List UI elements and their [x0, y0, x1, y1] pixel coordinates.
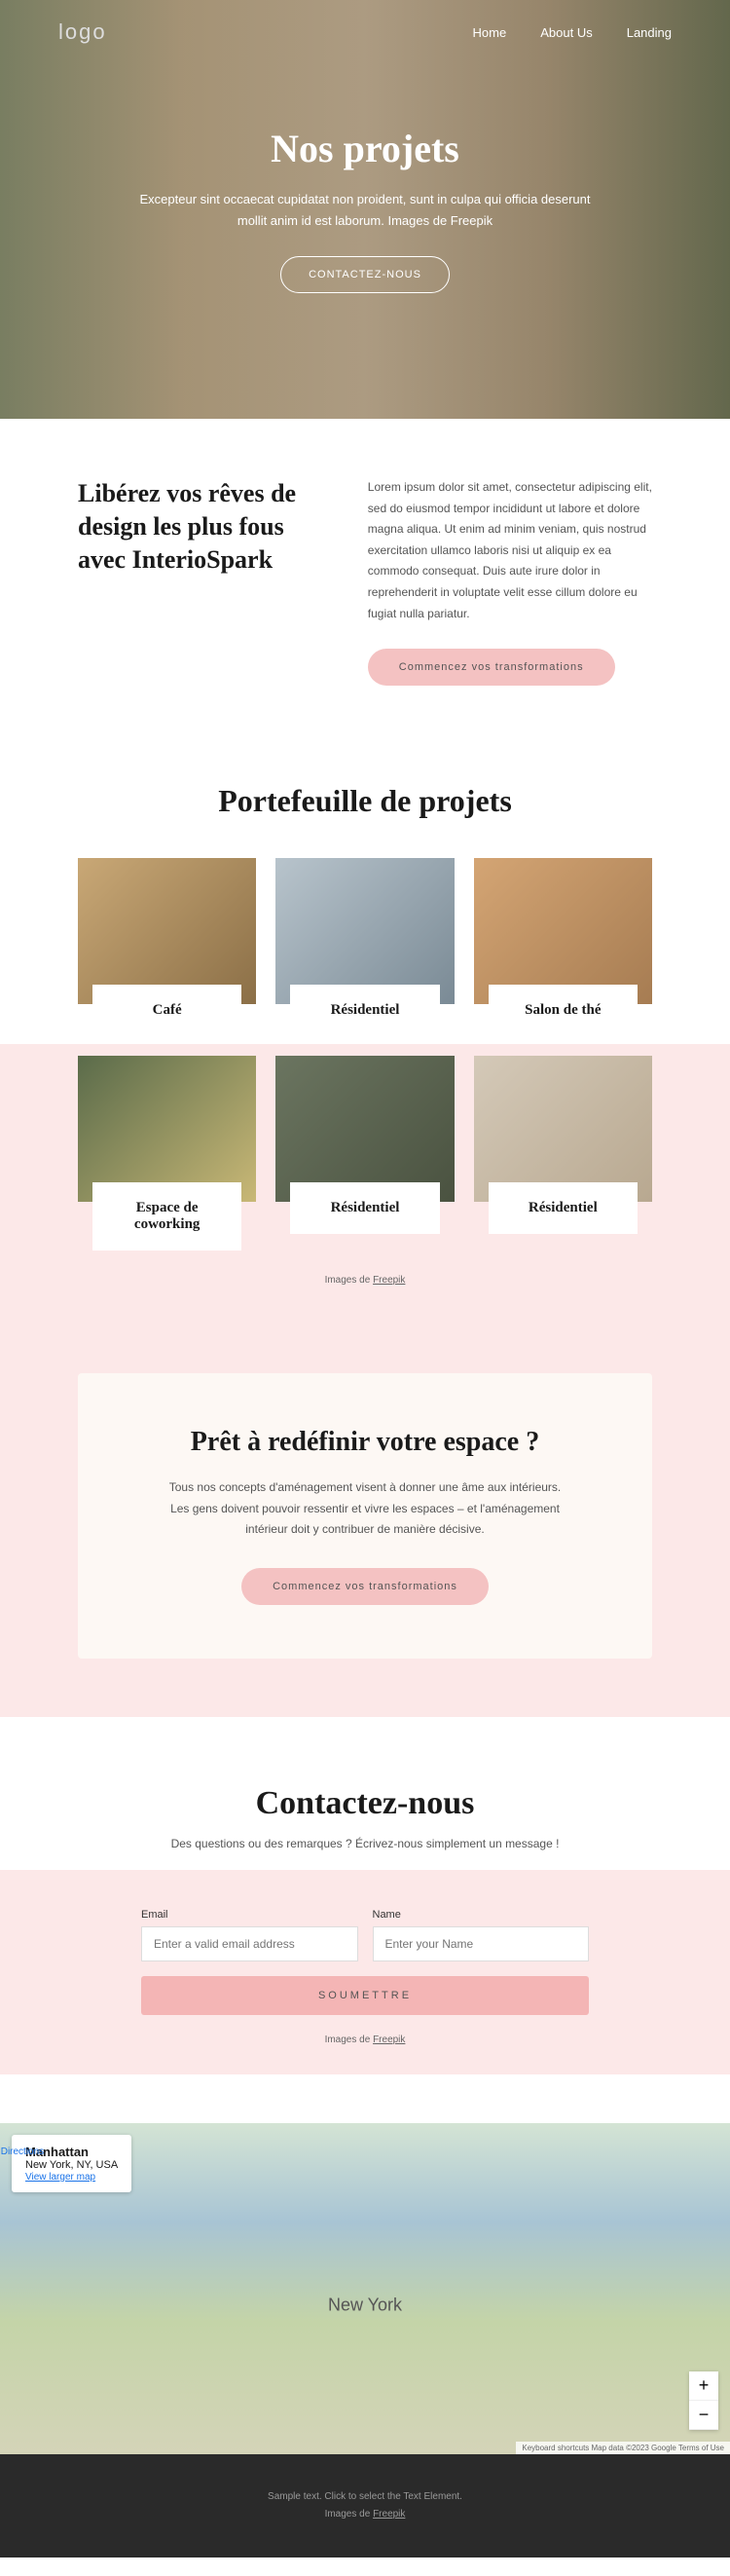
card-image	[275, 858, 454, 1004]
nav-landing[interactable]: Landing	[627, 25, 672, 40]
zoom-in-button[interactable]: +	[689, 2371, 718, 2401]
map-city-label: New York	[328, 2295, 402, 2315]
footer-text-1: Sample text. Click to select the Text El…	[34, 2488, 696, 2506]
card-image	[474, 858, 652, 1004]
hero-cta-button[interactable]: CONTACTEZ-NOUS	[280, 256, 450, 293]
cta-text: Tous nos concepts d'aménagement visent à…	[165, 1477, 565, 1541]
hero-title: Nos projets	[131, 126, 599, 171]
view-larger-map-link[interactable]: View larger map	[25, 2172, 95, 2183]
footer-credit-link[interactable]: Freepik	[373, 2509, 405, 2520]
intro-title: Libérez vos rêves de design les plus fou…	[78, 477, 319, 576]
nav-links: Home About Us Landing	[473, 25, 672, 40]
contact-credit: Images de Freepik	[141, 2035, 589, 2045]
map-attribution: Keyboard shortcuts Map data ©2023 Google…	[516, 2442, 730, 2454]
contact-form: Email Name SOUMETTRE Images de Freepik	[122, 1909, 608, 2045]
portfolio-card[interactable]: Salon de thé	[474, 858, 652, 1036]
map-address: New York, NY, USA	[25, 2159, 118, 2171]
map-section[interactable]: Manhattan New York, NY, USA View larger …	[0, 2123, 730, 2454]
intro-cta-button[interactable]: Commencez vos transformations	[368, 649, 615, 686]
nav-about[interactable]: About Us	[540, 25, 592, 40]
top-nav: logo Home About Us Landing	[0, 0, 730, 64]
card-image	[474, 1056, 652, 1202]
directions-link[interactable]: Directions	[1, 2147, 44, 2157]
contact-title: Contactez-nous	[0, 1785, 730, 1822]
portfolio-card[interactable]: Résidentiel	[275, 858, 454, 1036]
zoom-out-button[interactable]: −	[689, 2401, 718, 2430]
submit-button[interactable]: SOUMETTRE	[141, 1976, 589, 2015]
card-label: Espace de coworking	[92, 1182, 241, 1251]
credit-link[interactable]: Freepik	[373, 2035, 405, 2045]
card-label: Résidentiel	[290, 1182, 439, 1234]
map-zoom-controls: + −	[689, 2371, 718, 2430]
name-input[interactable]	[373, 1926, 590, 1961]
nav-home[interactable]: Home	[473, 25, 507, 40]
credit-link[interactable]: Freepik	[373, 1275, 405, 1286]
map-info-card: Manhattan New York, NY, USA View larger …	[12, 2135, 131, 2192]
hero-text: Excepteur sint occaecat cupidatat non pr…	[131, 189, 599, 232]
intro-section: Libérez vos rêves de design les plus fou…	[0, 419, 730, 744]
card-label: Salon de thé	[489, 985, 638, 1036]
contact-subtitle: Des questions ou des remarques ? Écrivez…	[0, 1837, 730, 1850]
portfolio-card[interactable]: Résidentiel	[474, 1056, 652, 1251]
card-label: Résidentiel	[489, 1182, 638, 1234]
cta-title: Prêt à redéfinir votre espace ?	[165, 1427, 565, 1458]
portfolio-title: Portefeuille de projets	[0, 783, 730, 819]
name-label: Name	[373, 1909, 590, 1921]
portfolio-card[interactable]: Espace de coworking	[78, 1056, 256, 1251]
portfolio-card[interactable]: Café	[78, 858, 256, 1036]
email-input[interactable]	[141, 1926, 358, 1961]
cta-button[interactable]: Commencez vos transformations	[241, 1568, 489, 1605]
portfolio-section: Portefeuille de projets Café Résidentiel…	[0, 744, 730, 1344]
cta-section: Prêt à redéfinir votre espace ? Tous nos…	[0, 1344, 730, 1717]
card-label: Café	[92, 985, 241, 1036]
card-image	[78, 1056, 256, 1202]
portfolio-card[interactable]: Résidentiel	[275, 1056, 454, 1251]
contact-section: Contactez-nous Des questions ou des rema…	[0, 1717, 730, 2123]
card-image	[78, 858, 256, 1004]
portfolio-grid: Café Résidentiel Salon de thé Espace de …	[0, 858, 730, 1251]
card-label: Résidentiel	[290, 985, 439, 1036]
email-label: Email	[141, 1909, 358, 1921]
footer: Sample text. Click to select the Text El…	[0, 2454, 730, 2557]
footer-text-2: Images de Freepik	[34, 2506, 696, 2523]
portfolio-credit: Images de Freepik	[0, 1275, 730, 1286]
intro-text: Lorem ipsum dolor sit amet, consectetur …	[368, 477, 652, 624]
logo[interactable]: logo	[58, 19, 107, 45]
card-image	[275, 1056, 454, 1202]
